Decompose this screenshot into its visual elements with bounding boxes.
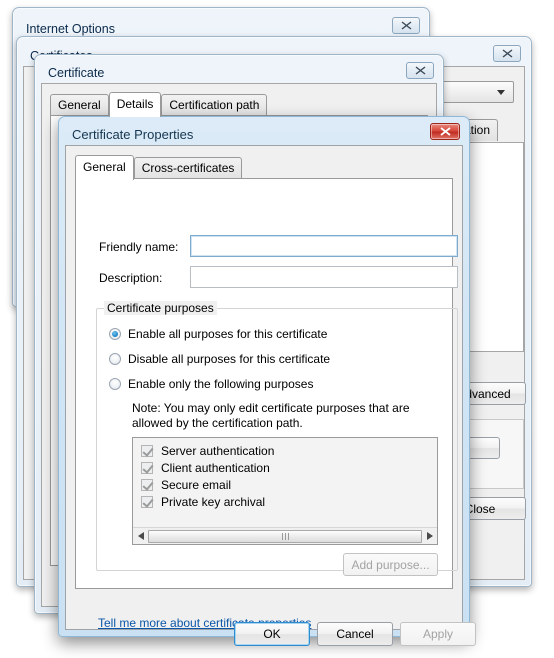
friendly-name-input[interactable] [190,235,458,257]
dialog-body: General Cross-certificates Friendly name… [65,145,476,646]
close-icon [502,49,512,58]
radio-icon [109,328,121,340]
close-icon [401,21,411,30]
tab-label: General [83,160,126,174]
radio-label: Enable only the following purposes [128,377,314,391]
close-icon [415,66,425,75]
window-title-internet-options: Internet Options [26,22,115,36]
certificate-tabstrip[interactable]: General Details Certification path [50,92,268,117]
scroll-left-arrow[interactable] [133,528,148,544]
close-button-dialog[interactable] [430,123,460,140]
window-title-certificate: Certificate [48,66,105,80]
purpose-item-client-authentication[interactable]: Client authentication [141,461,270,475]
radio-disable-all[interactable]: Disable all purposes for this certificat… [109,352,330,366]
button-label: Cancel [336,627,374,641]
radio-icon [109,378,121,390]
tab-cross-certificates[interactable]: Cross-certificates [133,157,243,179]
tab-label: Cross-certificates [141,161,235,175]
radio-enable-all[interactable]: Enable all purposes for this certificate [109,327,327,341]
button-label: Apply [422,627,454,641]
radio-label: Enable all purposes for this certificate [128,327,328,341]
close-icon [439,127,451,136]
tab-label: General [58,98,101,112]
description-label: Description: [99,271,163,285]
tab-label: Details [116,97,154,111]
checkbox-icon [141,479,153,491]
radio-enable-only-following[interactable]: Enable only the following purposes [109,377,313,391]
purpose-item-private-key-archival[interactable]: Private key archival [141,495,265,509]
cancel-button[interactable]: Cancel [317,622,393,646]
dialog-certificate-properties[interactable]: Certificate Properties General Cross-cer… [58,116,476,646]
dialog-title: Certificate Properties [72,127,194,142]
description-input[interactable] [190,266,458,288]
scroll-right-arrow[interactable] [422,528,437,544]
chevron-right-icon [426,532,433,540]
checkbox-icon [141,445,153,457]
purpose-label: Server authentication [161,444,275,458]
radio-label: Disable all purposes for this certificat… [128,352,331,366]
tab-general[interactable]: General [75,155,134,180]
chevron-left-icon [137,532,144,540]
button-label: Add purpose... [351,557,430,572]
purpose-item-server-authentication[interactable]: Server authentication [141,444,274,458]
dialog-tabstrip[interactable]: General Cross-certificates [75,155,243,180]
add-purpose-button[interactable]: Add purpose... [343,553,438,576]
tab-certification-path[interactable]: Certification path [161,94,268,116]
scroll-thumb[interactable] [148,529,422,543]
purposes-hscrollbar[interactable] [133,527,437,544]
grip-icon [281,532,289,540]
ok-button[interactable]: OK [234,622,310,646]
certificate-purposes-group-title: Certificate purposes [104,301,217,315]
apply-button[interactable]: Apply [400,622,476,646]
friendly-name-label: Friendly name: [99,240,179,254]
close-button-certificates[interactable] [493,45,521,62]
radio-icon [109,353,121,365]
close-button-certificate[interactable] [406,62,434,79]
button-label: OK [263,627,281,641]
tab-details[interactable]: Details [108,92,162,117]
checkbox-icon [141,496,153,508]
purposes-listbox[interactable]: Server authentication Client authenticat… [132,437,438,545]
purpose-label: Private key archival [161,495,266,509]
tab-general[interactable]: General [50,94,109,116]
purposes-note: Note: You may only edit certificate purp… [132,401,410,430]
purpose-label: Secure email [161,478,232,492]
purpose-item-secure-email[interactable]: Secure email [141,478,231,492]
purpose-label: Client authentication [161,461,270,475]
chevron-down-icon [497,89,505,95]
close-button-internet-options[interactable] [392,17,420,34]
dialog-tabpane: Friendly name: Description: Certificate … [75,178,458,630]
checkbox-icon [141,462,153,474]
tab-label: Certification path [169,98,260,112]
